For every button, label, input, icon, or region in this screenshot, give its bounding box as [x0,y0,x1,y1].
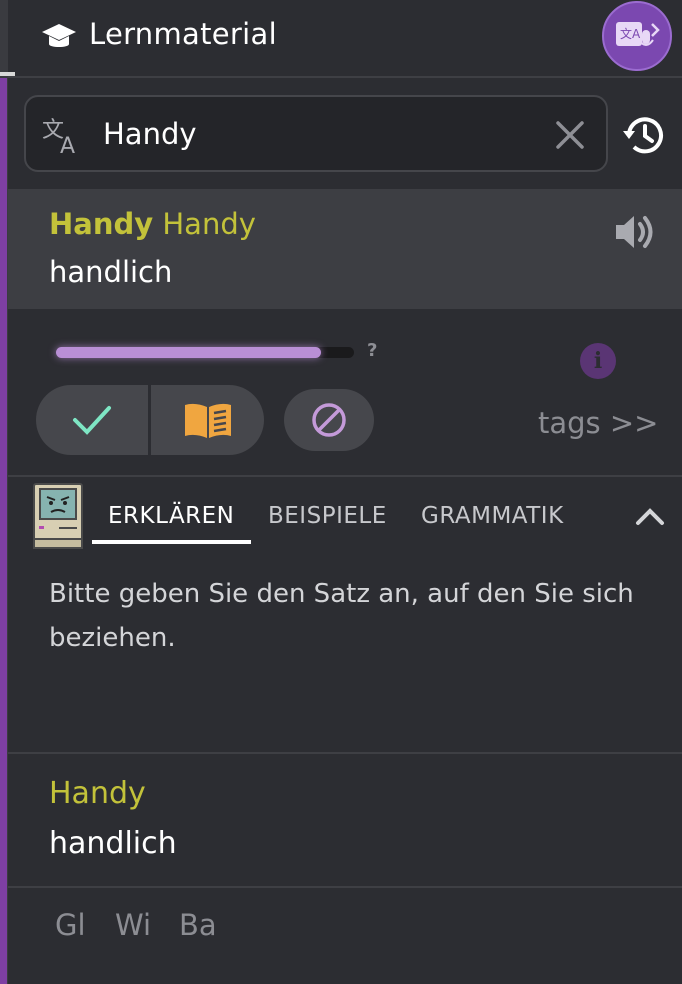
divider [8,475,682,477]
search-box[interactable]: 文 A Handy [24,95,608,172]
graduation-cap-icon [42,24,76,47]
review-button-group [36,385,264,455]
block-icon [312,403,346,437]
ignore-button[interactable] [284,389,374,451]
info-icon[interactable]: i [580,343,616,379]
result-translation: handlich [49,255,173,289]
learn-button[interactable] [151,385,264,455]
search-input[interactable]: Handy [103,117,197,151]
tab-erklaeren[interactable]: ERKLÄREN [108,503,234,529]
shortcut-gl[interactable]: Gl [55,908,86,942]
svg-text:A: A [60,134,75,155]
result-word: Handy Handy [49,207,256,241]
tags-link[interactable]: tags >> [538,406,658,440]
divider [8,752,682,754]
edge-accent-bar [0,78,7,984]
page-title: Lernmaterial [89,17,277,51]
book-icon [184,403,231,438]
shortcut-wi[interactable]: Wi [115,908,151,942]
svg-text:文A: 文A [620,26,641,41]
panel-header: Lernmaterial 文A [8,0,682,78]
check-icon [73,406,111,435]
tab-grammatik[interactable]: GRAMMATIK [421,503,564,529]
tab-beispiele[interactable]: BEISPIELE [268,503,387,529]
result-card[interactable]: Handy Handy handlich [8,189,682,309]
voice-translate-button[interactable]: 文A [602,1,672,71]
history-icon[interactable] [620,113,668,157]
result-word-bold: Handy [49,207,154,241]
left-edge-strip [0,0,15,984]
translate-mic-icon: 文A [616,22,660,46]
shortcut-ba[interactable]: Ba [179,908,217,942]
close-icon[interactable] [554,119,586,151]
divider [8,886,682,888]
secondary-translation: handlich [49,826,177,861]
result-word-alt: Handy [162,207,256,241]
speaker-icon[interactable] [612,209,658,255]
progress-help[interactable]: ? [367,340,377,361]
secondary-word: Handy [49,776,146,811]
translate-icon: 文 A [42,118,75,155]
mac-avatar-icon [33,483,83,549]
learning-progress-bar [56,347,354,358]
chevron-up-icon[interactable] [634,504,666,528]
explanation-text: Bitte geben Sie den Satz an, auf den Sie… [49,579,634,653]
active-tab-indicator [92,540,251,544]
progress-fill [56,347,322,358]
known-button[interactable] [36,385,148,455]
